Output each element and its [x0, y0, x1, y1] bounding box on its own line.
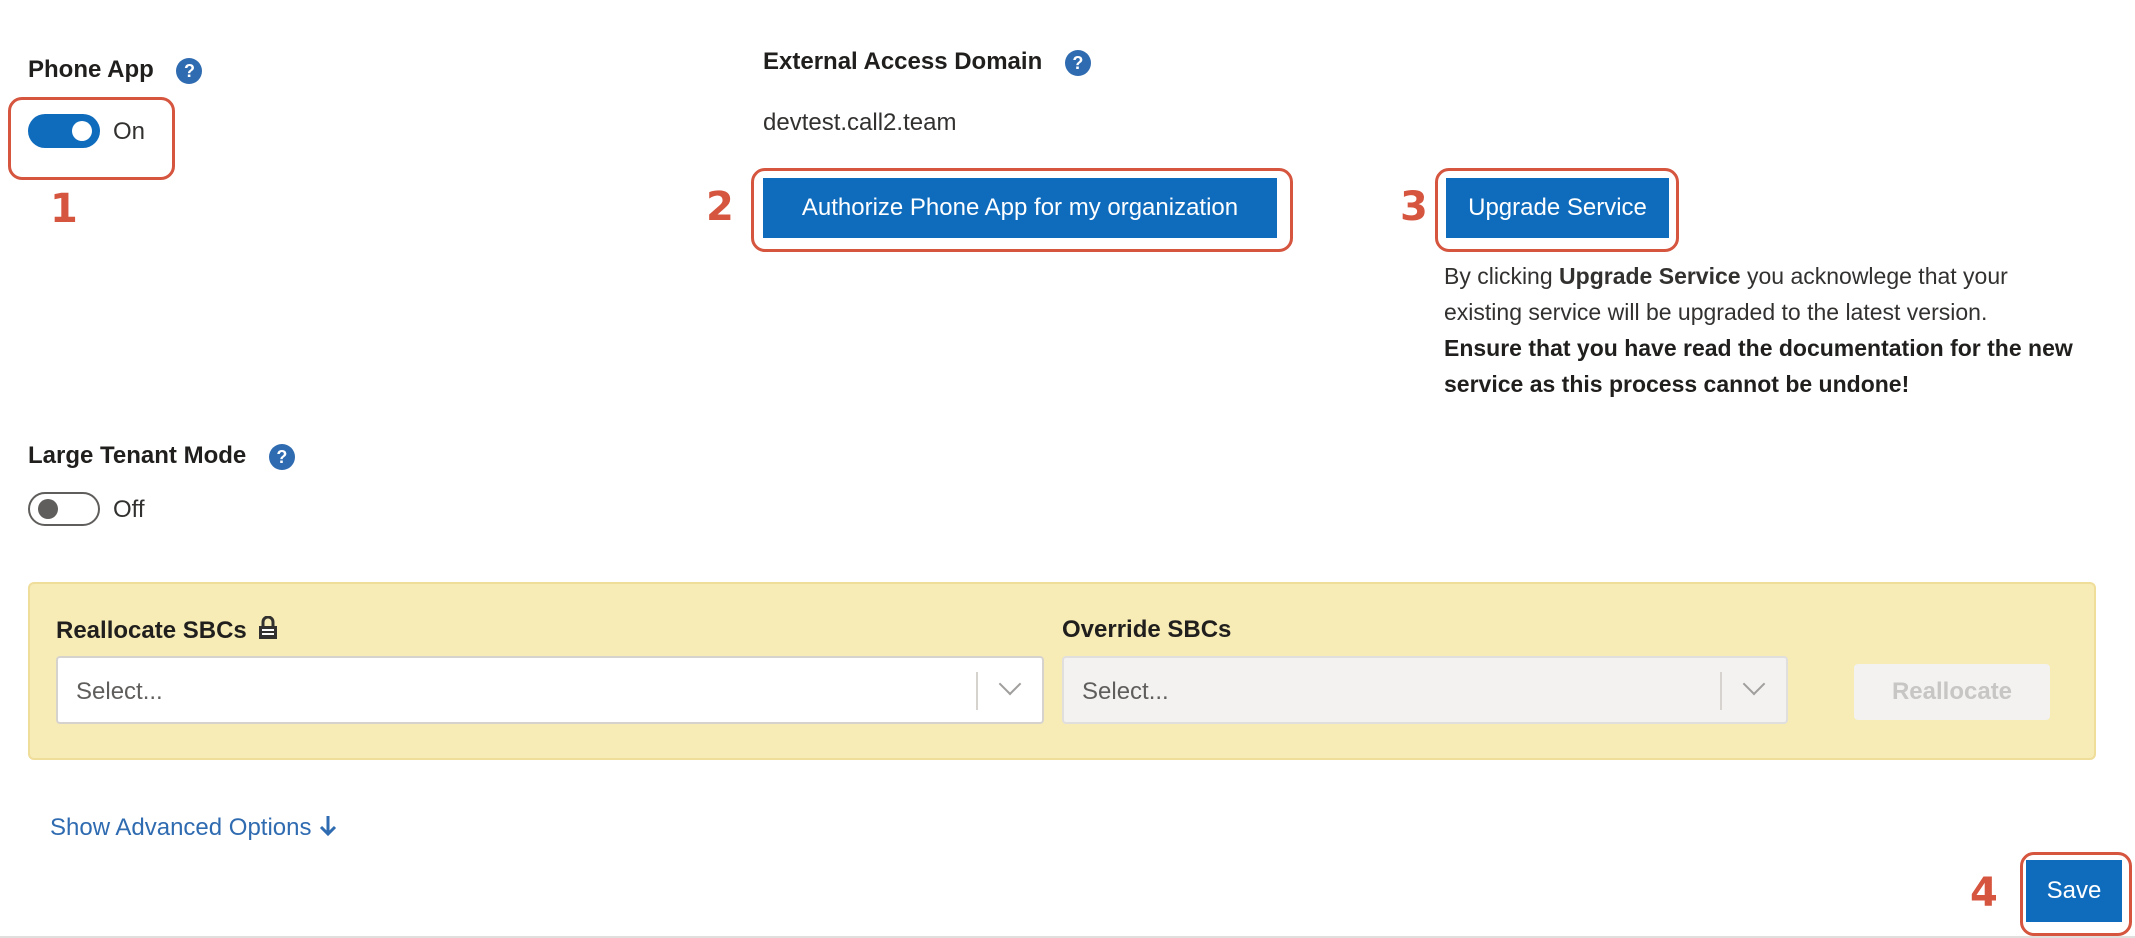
override-sbcs-label: Override SBCs: [1062, 616, 1232, 643]
help-icon[interactable]: ?: [268, 443, 295, 470]
override-sbcs-placeholder: Select...: [1082, 678, 1169, 705]
large-tenant-mode-label: Large Tenant Mode ?: [28, 442, 295, 470]
annotation-number-3: 3: [1400, 184, 1428, 230]
external-access-domain-label: External Access Domain ?: [763, 48, 1091, 76]
phone-app-label: Phone App ?: [28, 56, 203, 84]
select-separator: [976, 672, 978, 710]
upgrade-notice: By clicking Upgrade Service you acknowle…: [1444, 258, 2084, 402]
large-tenant-toggle-state: Off: [113, 496, 145, 523]
help-icon[interactable]: ?: [176, 57, 203, 84]
annotation-number-2: 2: [706, 184, 734, 230]
save-button[interactable]: Save: [2026, 860, 2122, 922]
show-advanced-options-link[interactable]: Show Advanced Options: [50, 814, 338, 842]
chevron-down-icon[interactable]: [1742, 672, 1766, 696]
select-separator: [1720, 672, 1722, 710]
chevron-down-icon[interactable]: [998, 672, 1022, 696]
authorize-phone-app-button[interactable]: Authorize Phone App for my organization: [763, 178, 1277, 238]
reallocate-sbcs-placeholder: Select...: [76, 678, 163, 705]
reallocate-sbcs-label: Reallocate SBCs: [56, 615, 279, 645]
reallocate-sbcs-select[interactable]: Select...: [56, 656, 1044, 724]
lock-icon: [259, 615, 278, 639]
external-access-domain-value: devtest.call2.team: [763, 109, 957, 136]
upgrade-warning: Ensure that you have read the documentat…: [1444, 335, 2073, 397]
annotation-number-4: 4: [1970, 870, 1998, 916]
toggle-knob: [38, 499, 58, 519]
help-icon[interactable]: ?: [1064, 49, 1091, 76]
override-sbcs-select[interactable]: Select...: [1062, 656, 1788, 724]
annotation-box-1: [8, 97, 175, 180]
annotation-number-1: 1: [50, 186, 78, 232]
upgrade-service-button[interactable]: Upgrade Service: [1446, 178, 1669, 238]
large-tenant-toggle[interactable]: [28, 492, 100, 526]
reallocate-button[interactable]: Reallocate: [1854, 664, 2050, 720]
arrow-down-icon: [320, 816, 337, 837]
